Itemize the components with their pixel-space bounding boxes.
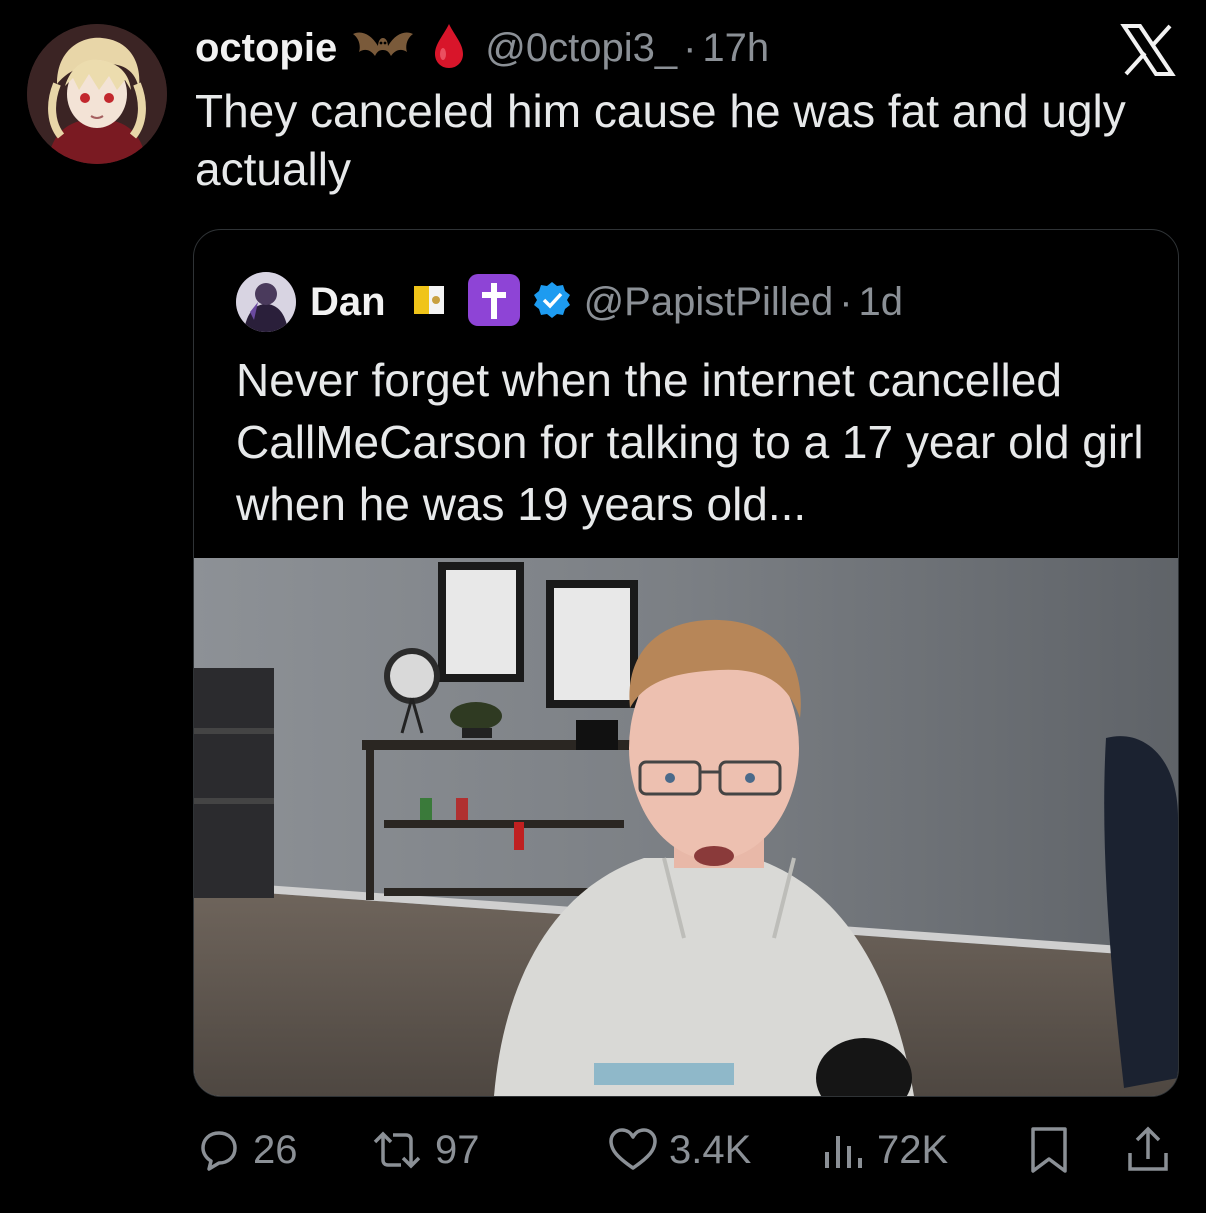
repost-count: 97	[435, 1127, 480, 1172]
like-count: 3.4K	[669, 1127, 752, 1172]
quoted-header: Dan @PapistPilled · 1d	[236, 272, 903, 332]
drop-of-blood-icon	[431, 22, 467, 75]
reply-count: 26	[253, 1127, 298, 1172]
author-avatar[interactable]	[27, 24, 167, 164]
repost-button[interactable]: 97	[369, 1120, 480, 1180]
quoted-handle[interactable]: @PapistPilled	[584, 280, 834, 325]
verified-badge-icon[interactable]	[532, 280, 572, 325]
quoted-post-time[interactable]: 1d	[859, 280, 904, 325]
author-name[interactable]: octopie	[195, 26, 337, 71]
x-logo-icon[interactable]	[1120, 24, 1176, 76]
views-button[interactable]: 72K	[819, 1120, 948, 1180]
bookmark-icon	[1031, 1127, 1067, 1173]
quoted-separator-dot: ·	[839, 279, 853, 324]
reply-button[interactable]: 26	[195, 1120, 298, 1180]
bat-emoji-icon	[351, 24, 415, 73]
tweet-text: They canceled him cause he was fat and u…	[195, 85, 1126, 195]
vatican-flag-icon	[412, 282, 446, 323]
views-chart-icon	[825, 1136, 862, 1168]
reply-icon	[201, 1131, 237, 1171]
post-time[interactable]: 17h	[702, 26, 769, 71]
repost-icon	[373, 1131, 421, 1169]
share-icon	[1128, 1126, 1168, 1171]
share-button[interactable]	[1125, 1120, 1171, 1180]
latin-cross-icon	[466, 272, 522, 333]
quoted-author-name[interactable]: Dan	[310, 280, 386, 325]
quoted-text: Never forget when the internet cancelled…	[236, 354, 1144, 530]
quoted-media-image[interactable]	[194, 558, 1178, 1096]
avatar-illustration	[27, 24, 167, 164]
separator-dot: ·	[683, 25, 697, 70]
bookmark-button[interactable]	[1027, 1120, 1071, 1180]
action-bar: 26 97 3.4K 72K	[195, 1120, 1180, 1180]
heart-icon	[609, 1128, 657, 1170]
quoted-avatar[interactable]	[236, 272, 296, 332]
room-photo	[194, 558, 1178, 1096]
author-handle[interactable]: @0ctopi3_	[485, 26, 677, 71]
quoted-tweet[interactable]: Dan @PapistPilled · 1d Never forget when…	[193, 229, 1179, 1097]
tweet-header: octopie @0ctopi3_ · 17h	[195, 22, 769, 74]
views-count: 72K	[877, 1127, 949, 1172]
like-button[interactable]: 3.4K	[607, 1120, 751, 1180]
